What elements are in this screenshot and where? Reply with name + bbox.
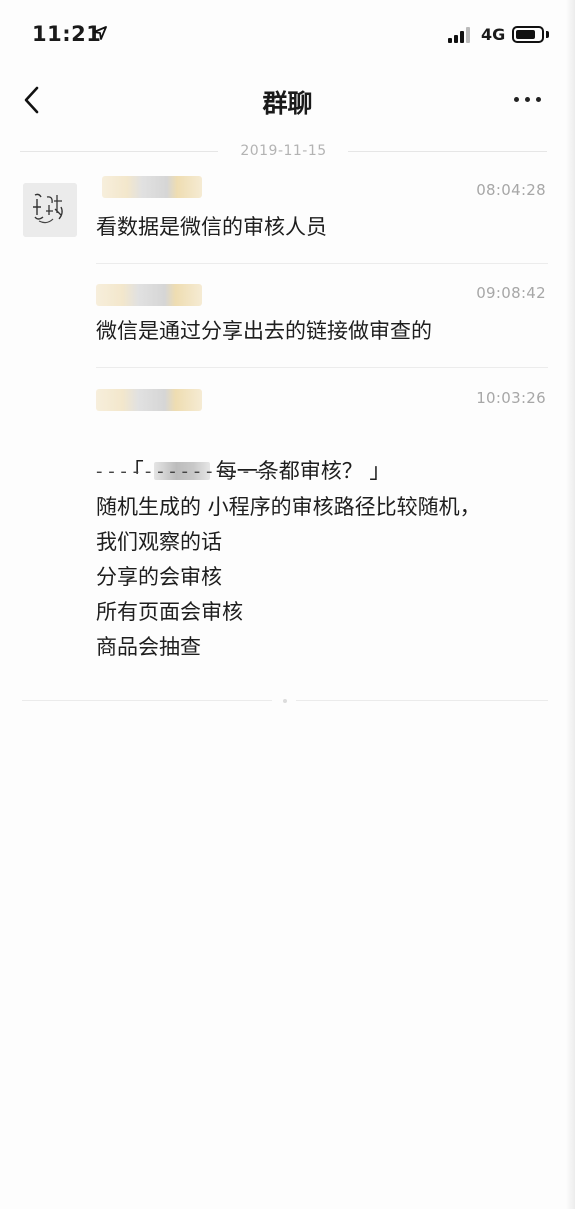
message-time: 10:03:26 [476, 389, 546, 407]
status-time: 11:21 [32, 22, 102, 46]
message-text[interactable]: 我们观察的话 [96, 525, 222, 560]
sender-name-blurred [96, 284, 202, 306]
message-text[interactable]: 商品会抽查 [96, 630, 201, 665]
message-text[interactable]: 看数据是微信的审核人员 [96, 210, 327, 245]
message-item: 09:08:42 微信是通过分享出去的链接做审查的 [96, 284, 548, 368]
message-item: 10:03:26 「每一条都审核？ 」 - - - - - - - - - - … [96, 389, 548, 669]
message-time: 09:08:42 [476, 284, 546, 302]
end-divider [22, 699, 548, 703]
calligraphy-avatar-icon [23, 183, 77, 237]
date-divider: 2019-11-15 [20, 143, 547, 159]
more-dots-icon[interactable] [513, 95, 543, 105]
message-item: 08:04:28 看数据是微信的审核人员 [96, 176, 548, 264]
message-text[interactable]: 分享的会审核 [96, 560, 222, 595]
nav-bar: 群聊 [0, 70, 575, 132]
avatar[interactable] [23, 183, 77, 237]
battery-icon [512, 26, 544, 43]
location-arrow-icon [93, 26, 107, 40]
date-label: 2019-11-15 [240, 143, 327, 159]
message-text[interactable]: 随机生成的 小程序的审核路径比较随机， [96, 490, 481, 525]
signal-icon [448, 27, 473, 43]
quote-divider: - - - - - - - - - - - - - - - [96, 461, 274, 482]
network-type: 4G [481, 25, 506, 44]
status-bar: 11:21 4G [0, 0, 575, 70]
end-dot [283, 699, 287, 703]
message-separator [96, 263, 548, 264]
message-text[interactable]: 微信是通过分享出去的链接做审查的 [96, 314, 432, 349]
message-text[interactable]: 所有页面会审核 [96, 595, 243, 630]
page-title: 群聊 [262, 89, 313, 118]
sender-name-blurred [102, 176, 202, 198]
message-separator [96, 367, 548, 368]
message-time: 08:04:28 [476, 181, 546, 199]
sender-name-blurred [96, 389, 202, 411]
page-edge-shadow [566, 0, 575, 1209]
battery-cap [546, 31, 549, 38]
